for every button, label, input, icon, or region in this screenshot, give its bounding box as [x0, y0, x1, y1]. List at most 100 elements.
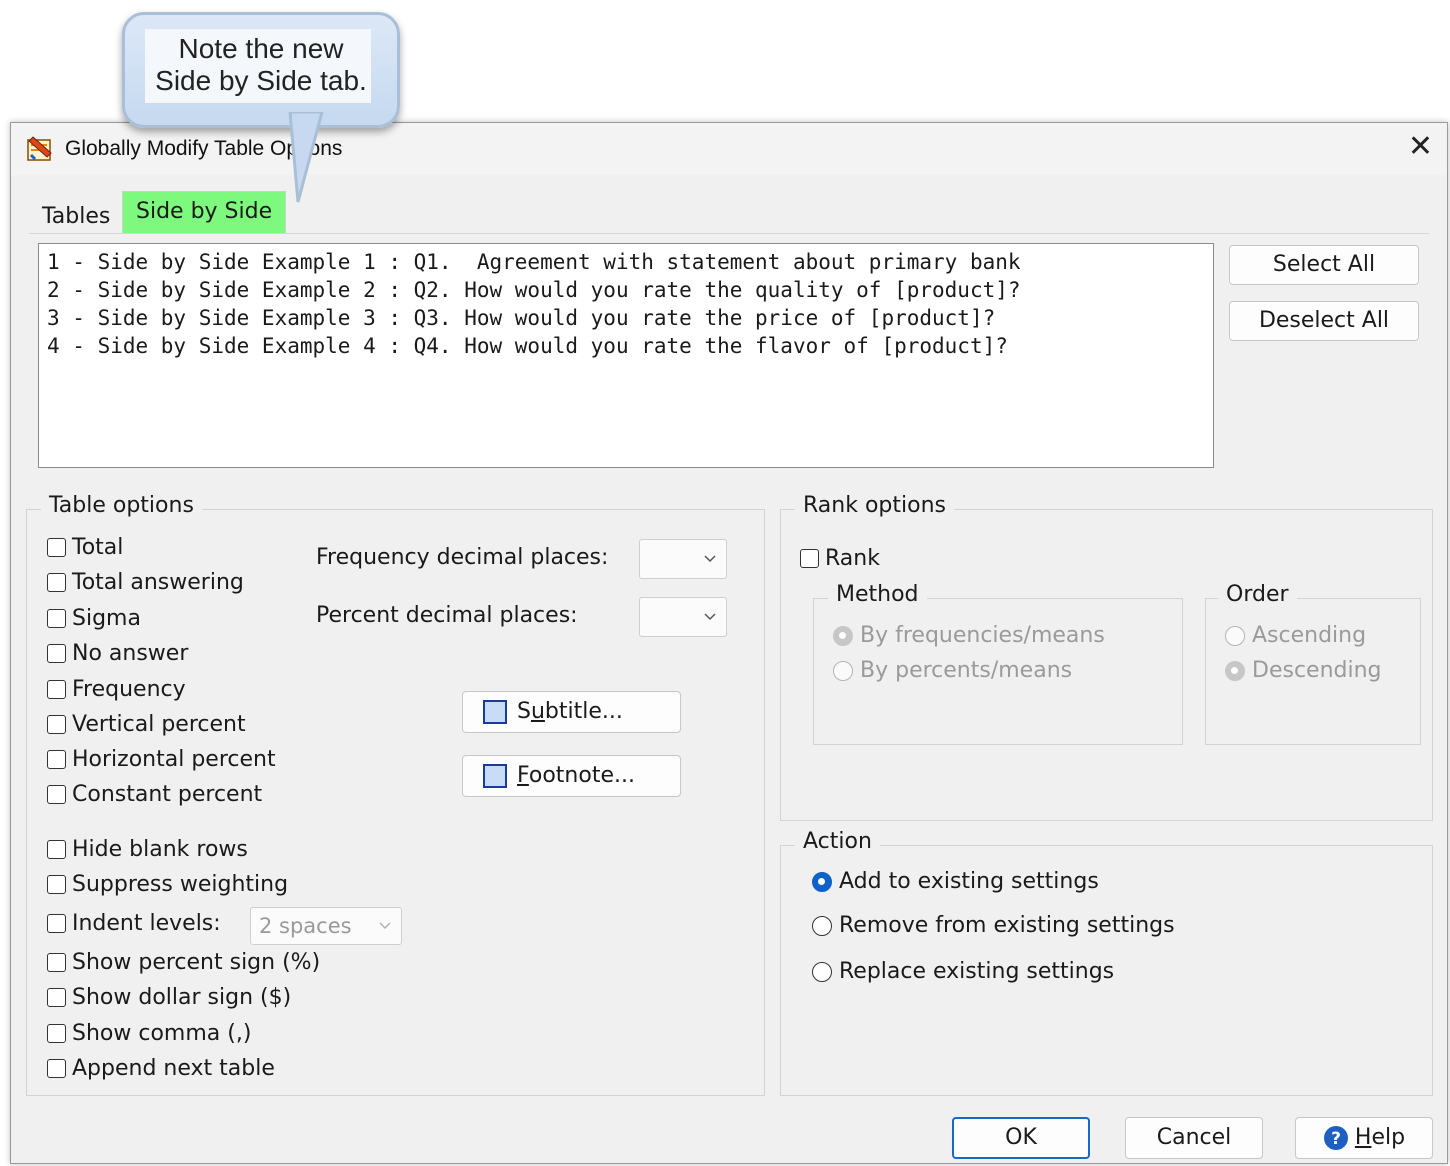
checkbox-box[interactable] [47, 750, 66, 769]
subtitle-icon [483, 700, 507, 724]
subtitle-button[interactable]: Subtitle... [462, 691, 681, 733]
checkbox-box[interactable] [47, 953, 66, 972]
svg-text:?: ? [1331, 1129, 1341, 1149]
help-button[interactable]: ? Help [1295, 1117, 1433, 1159]
action-add-label: Add to existing settings [839, 869, 1099, 894]
suppress-weighting-checkbox[interactable]: Suppress weighting [47, 872, 288, 897]
subtitle-label: Subtitle... [517, 699, 623, 724]
total-label: Total [72, 535, 124, 560]
method-frequencies-radio[interactable]: By frequencies/means [833, 623, 1105, 648]
total-answering-checkbox[interactable]: Total answering [47, 570, 244, 595]
rank-label: Rank [825, 546, 880, 571]
radio-circle[interactable] [812, 961, 832, 982]
rank-checkbox[interactable]: Rank [800, 546, 880, 571]
show-comma-checkbox[interactable]: Show comma (,) [47, 1021, 251, 1046]
table-options-legend: Table options [41, 493, 202, 518]
callout-line-2: Side by Side tab. [155, 65, 367, 96]
table-list[interactable]: 1 - Side by Side Example 1 : Q1. Agreeme… [38, 243, 1214, 468]
tab-side-by-side[interactable]: Side by Side [122, 191, 287, 234]
radio-circle[interactable] [812, 871, 832, 892]
checkbox-box[interactable] [47, 875, 66, 894]
ok-button[interactable]: OK [952, 1117, 1090, 1159]
footnote-button[interactable]: Footnote... [462, 755, 681, 797]
checkbox-box[interactable] [47, 914, 66, 933]
chevron-down-icon [704, 555, 716, 563]
hide-blank-rows-label: Hide blank rows [72, 837, 248, 862]
radio-circle[interactable] [1225, 625, 1245, 646]
title-bar: Globally Modify Table Options ✕ [11, 123, 1447, 175]
action-legend: Action [795, 829, 880, 854]
append-next-table-checkbox[interactable]: Append next table [47, 1056, 275, 1081]
show-comma-label: Show comma (,) [72, 1021, 252, 1046]
checkbox-box[interactable] [47, 644, 66, 663]
list-item[interactable]: 1 - Side by Side Example 1 : Q1. Agreeme… [47, 248, 1205, 276]
radio-circle[interactable] [833, 625, 853, 646]
order-legend: Order [1218, 582, 1297, 607]
total-checkbox[interactable]: Total [47, 535, 123, 560]
select-all-button[interactable]: Select All [1229, 245, 1419, 285]
method-legend: Method [828, 582, 927, 607]
action-remove-radio[interactable]: Remove from existing settings [812, 913, 1175, 938]
order-ascending-radio[interactable]: Ascending [1225, 623, 1366, 648]
cancel-button[interactable]: Cancel [1125, 1117, 1263, 1159]
radio-circle[interactable] [812, 915, 832, 936]
help-label: Help [1354, 1125, 1406, 1150]
indent-levels-select[interactable]: 2 spaces [250, 907, 402, 945]
action-add-radio[interactable]: Add to existing settings [812, 869, 1099, 894]
percent-decimal-label: Percent decimal places: [316, 603, 578, 628]
rank-options-legend: Rank options [795, 493, 954, 518]
action-replace-radio[interactable]: Replace existing settings [812, 959, 1114, 984]
app-icon [27, 136, 52, 161]
chevron-down-icon [379, 922, 391, 930]
checkbox-box[interactable] [47, 573, 66, 592]
horizontal-percent-label: Horizontal percent [72, 747, 276, 772]
vertical-percent-label: Vertical percent [72, 712, 246, 737]
action-replace-label: Replace existing settings [839, 959, 1115, 984]
no-answer-checkbox[interactable]: No answer [47, 641, 188, 666]
frequency-checkbox[interactable]: Frequency [47, 677, 186, 702]
list-item[interactable]: 3 - Side by Side Example 3 : Q3. How wou… [47, 304, 1205, 332]
hide-blank-rows-checkbox[interactable]: Hide blank rows [47, 837, 248, 862]
callout-line-1: Note the new [178, 33, 344, 64]
chevron-down-icon [704, 613, 716, 621]
checkbox-box[interactable] [47, 840, 66, 859]
callout-pointer [288, 112, 324, 203]
show-percent-sign-checkbox[interactable]: Show percent sign (%) [47, 950, 320, 975]
horizontal-percent-checkbox[interactable]: Horizontal percent [47, 747, 276, 772]
close-icon[interactable]: ✕ [1408, 129, 1433, 164]
checkbox-box[interactable] [800, 549, 819, 568]
footnote-icon [483, 764, 507, 788]
checkbox-box[interactable] [47, 785, 66, 804]
vertical-percent-checkbox[interactable]: Vertical percent [47, 712, 246, 737]
method-percents-radio[interactable]: By percents/means [833, 658, 1072, 683]
checkbox-box[interactable] [47, 988, 66, 1007]
tab-tables[interactable]: Tables [29, 197, 124, 237]
order-ascending-label: Ascending [1252, 623, 1367, 648]
checkbox-box[interactable] [47, 1059, 66, 1078]
callout-note: Note the new Side by Side tab. [122, 12, 400, 128]
sigma-checkbox[interactable]: Sigma [47, 606, 141, 631]
constant-percent-checkbox[interactable]: Constant percent [47, 782, 262, 807]
frequency-decimal-select[interactable] [639, 539, 727, 579]
order-descending-radio[interactable]: Descending [1225, 658, 1382, 683]
frequency-decimal-label: Frequency decimal places: [316, 545, 609, 570]
list-item[interactable]: 2 - Side by Side Example 2 : Q2. How wou… [47, 276, 1205, 304]
deselect-all-button[interactable]: Deselect All [1229, 301, 1419, 341]
checkbox-box[interactable] [47, 715, 66, 734]
checkbox-box[interactable] [47, 1024, 66, 1043]
radio-circle[interactable] [1225, 660, 1245, 681]
show-dollar-sign-label: Show dollar sign ($) [72, 985, 292, 1010]
percent-decimal-select[interactable] [639, 597, 727, 637]
checkbox-box[interactable] [47, 538, 66, 557]
callout-text: Note the new Side by Side tab. [125, 33, 397, 97]
method-frequencies-label: By frequencies/means [860, 623, 1105, 648]
dialog-window: Globally Modify Table Options ✕ Tables S… [10, 122, 1448, 1164]
no-answer-label: No answer [72, 641, 189, 666]
indent-levels-checkbox[interactable]: Indent levels: [47, 911, 221, 936]
checkbox-box[interactable] [47, 609, 66, 628]
checkbox-box[interactable] [47, 680, 66, 699]
show-dollar-sign-checkbox[interactable]: Show dollar sign ($) [47, 985, 291, 1010]
list-item[interactable]: 4 - Side by Side Example 4 : Q4. How wou… [47, 332, 1205, 360]
radio-circle[interactable] [833, 660, 853, 681]
total-answering-label: Total answering [72, 570, 244, 595]
